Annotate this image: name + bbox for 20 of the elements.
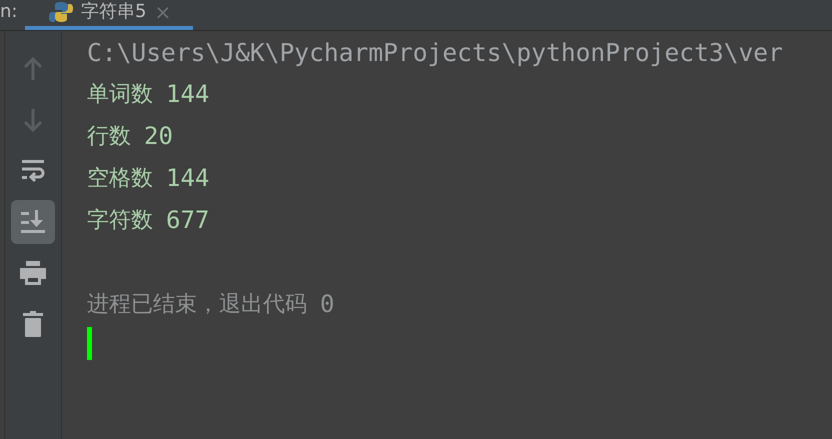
panel-label: n: [0,1,18,23]
down-arrow-icon [23,108,43,132]
output-label: 空格数 [87,165,153,193]
output-value: 144 [166,80,210,108]
output-value: 144 [166,164,210,192]
command-line: C:\Users\J&K\PycharmProjects\pythonProject3\ver [87,38,783,66]
up-arrow-icon [23,57,43,81]
output-label: 单词数 [87,81,153,109]
print-icon [19,260,47,286]
python-logo-icon [49,2,73,22]
output-label: 行数 [87,123,131,151]
output-value: 20 [144,122,173,150]
output-label: 字符数 [87,207,153,235]
toolbar-button[interactable] [11,200,55,244]
soft-wrap-icon [21,158,45,184]
output-value: 677 [166,206,210,234]
exit-message: 进程已结束，退出代码 [87,291,307,319]
trash-icon [22,311,44,337]
scroll-to-end-icon [20,209,46,235]
exit-code: 0 [320,290,334,318]
